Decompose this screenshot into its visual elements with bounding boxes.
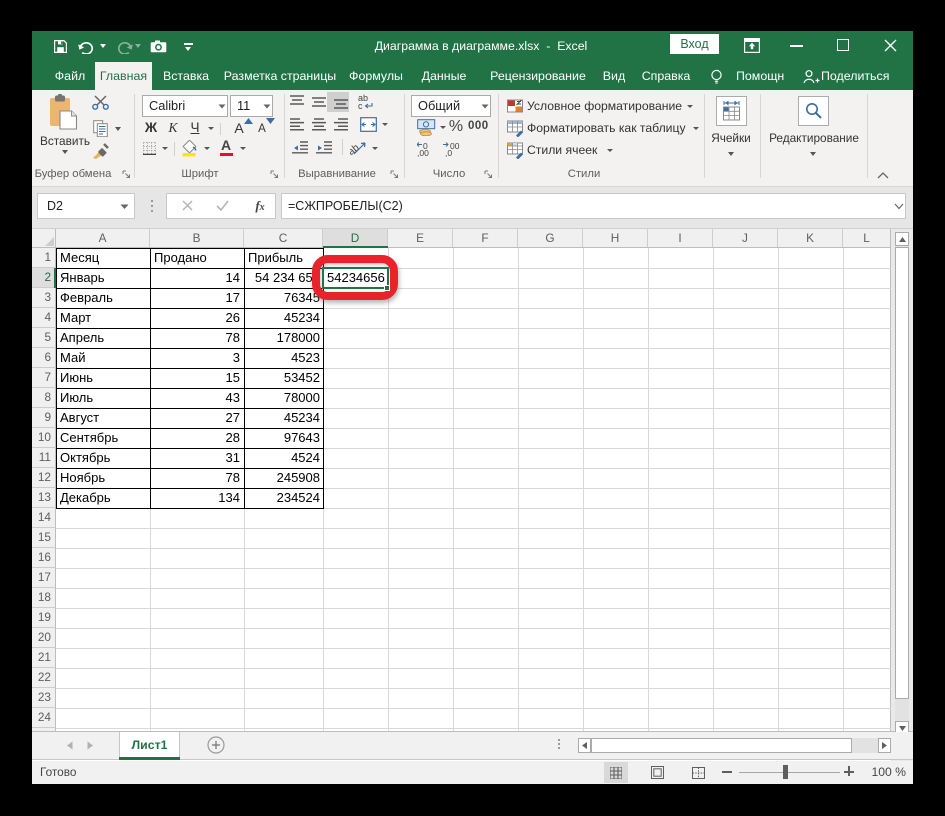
svg-text:c: c — [358, 101, 363, 110]
svg-text:ab: ab — [350, 142, 362, 156]
svg-text:,0: ,0 — [445, 148, 452, 157]
svg-text:,00: ,00 — [417, 148, 429, 157]
